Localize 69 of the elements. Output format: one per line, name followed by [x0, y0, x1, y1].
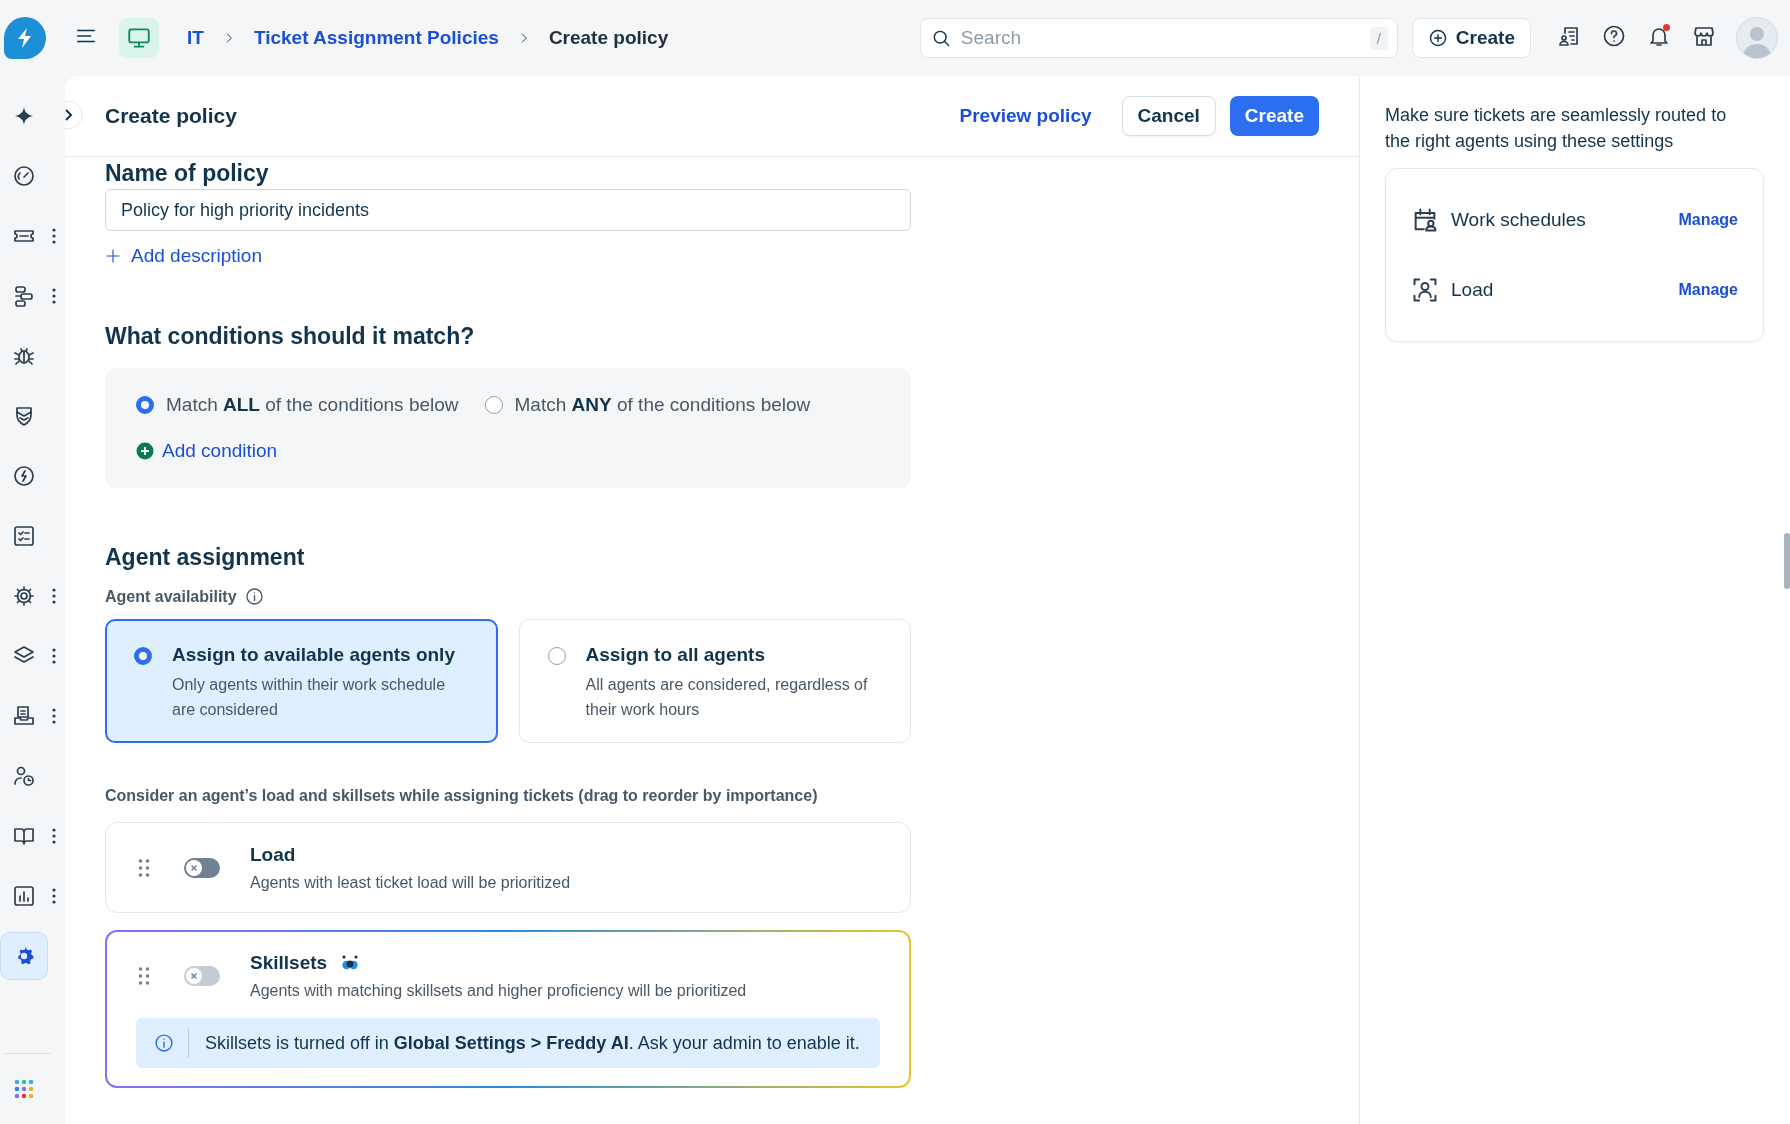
page-title: Create policy	[105, 104, 237, 128]
factor-title: Skillsets	[250, 952, 328, 974]
more-icon[interactable]	[52, 588, 56, 604]
person-clock-icon	[12, 764, 36, 788]
field-label: Agent availability	[105, 587, 237, 606]
checklist-icon	[12, 524, 36, 548]
bolt-icon	[12, 464, 36, 488]
orb-icon	[341, 954, 360, 972]
section-title: What conditions should it match?	[105, 323, 476, 350]
more-icon[interactable]	[52, 828, 56, 844]
plus-circle-icon	[136, 442, 154, 460]
section-title: Agent assignment	[105, 544, 306, 571]
flowchart-icon	[12, 284, 36, 308]
cancel-button[interactable]: Cancel	[1121, 96, 1216, 136]
factor-description: Agents with matching skillsets and higher proficiency will be prioritized	[250, 982, 747, 1000]
info-icon	[154, 1033, 174, 1053]
radio-button[interactable]	[136, 396, 154, 414]
manage-link[interactable]: Manage	[1678, 281, 1738, 299]
option-card[interactable]: Assign to all agents All agents are considered, regardless of their work hours	[518, 619, 911, 743]
more-icon[interactable]	[52, 288, 56, 304]
plus-circle-icon	[1427, 28, 1448, 48]
radio-button[interactable]	[547, 647, 566, 665]
option-title: Assign to all agents	[585, 644, 766, 666]
scrollbar-thumb[interactable]	[1784, 533, 1790, 589]
breadcrumb-link[interactable]: IT	[187, 27, 204, 49]
option-description: Only agents within their work schedule are considered	[172, 675, 447, 720]
more-icon[interactable]	[52, 648, 56, 664]
create-button[interactable]: Create	[1229, 96, 1319, 136]
more-icon[interactable]	[52, 228, 56, 244]
monitor-icon[interactable]	[119, 18, 159, 58]
field-label: Name of policy	[105, 159, 270, 187]
inbox-icon	[12, 704, 36, 728]
cog-network-icon	[12, 584, 36, 608]
policy-name-field[interactable]: Policy for high priority incidents	[105, 189, 911, 231]
notice-text: Skillsets is turned off in Global Settings > Freddy AI. Ask your admin to enable it.	[205, 1032, 860, 1054]
app-grid-icon[interactable]	[14, 1079, 34, 1099]
preview-link[interactable]: Preview policy	[949, 97, 1102, 135]
settings-nav-item[interactable]	[0, 932, 48, 980]
bar-chart-icon	[12, 884, 36, 908]
radio-button[interactable]	[484, 396, 503, 414]
more-icon[interactable]	[52, 888, 56, 904]
radio-button[interactable]	[134, 647, 152, 665]
toggle-switch[interactable]	[184, 858, 220, 878]
radio-label: Match ALL of the conditions below	[166, 394, 459, 416]
field-label: Consider an agent’s load and skillsets while assigning tickets (drag to reorder by importance)	[105, 787, 819, 805]
option-title: Assign to available agents only	[172, 644, 456, 666]
option-card[interactable]: Assign to available agents only Only agents within their work schedule are considered	[105, 619, 498, 743]
factor-description: Agents with least ticket load will be prioritized	[250, 874, 571, 892]
intro-text: Make sure tickets are seamlessly routed to the right agents using these settings	[1385, 104, 1728, 153]
person-focus-icon	[1411, 276, 1439, 304]
radio-label: Match ANY of the conditions below	[514, 394, 811, 416]
add-condition-link[interactable]: Add condition	[136, 440, 278, 462]
drag-handle-icon[interactable]	[138, 858, 150, 878]
more-icon[interactable]	[52, 708, 56, 724]
create-button[interactable]: Create	[1411, 18, 1531, 58]
option-description: All agents are considered, regardless of their work hours	[585, 675, 869, 720]
add-description-link[interactable]: Add description	[105, 245, 262, 267]
x-icon	[189, 863, 199, 873]
x-icon	[189, 971, 199, 981]
info-icon[interactable]	[244, 587, 264, 606]
app-logo[interactable]	[4, 17, 46, 59]
manage-link[interactable]: Manage	[1678, 211, 1738, 229]
plus-icon	[105, 248, 121, 264]
breadcrumb-current: Create policy	[548, 27, 669, 49]
setting-label: Work schedules	[1451, 209, 1587, 231]
breadcrumb-link[interactable]: Ticket Assignment Policies	[253, 27, 499, 49]
gauge-icon	[12, 164, 36, 188]
setting-label: Load	[1451, 279, 1495, 301]
factor-title: Load	[250, 844, 296, 866]
